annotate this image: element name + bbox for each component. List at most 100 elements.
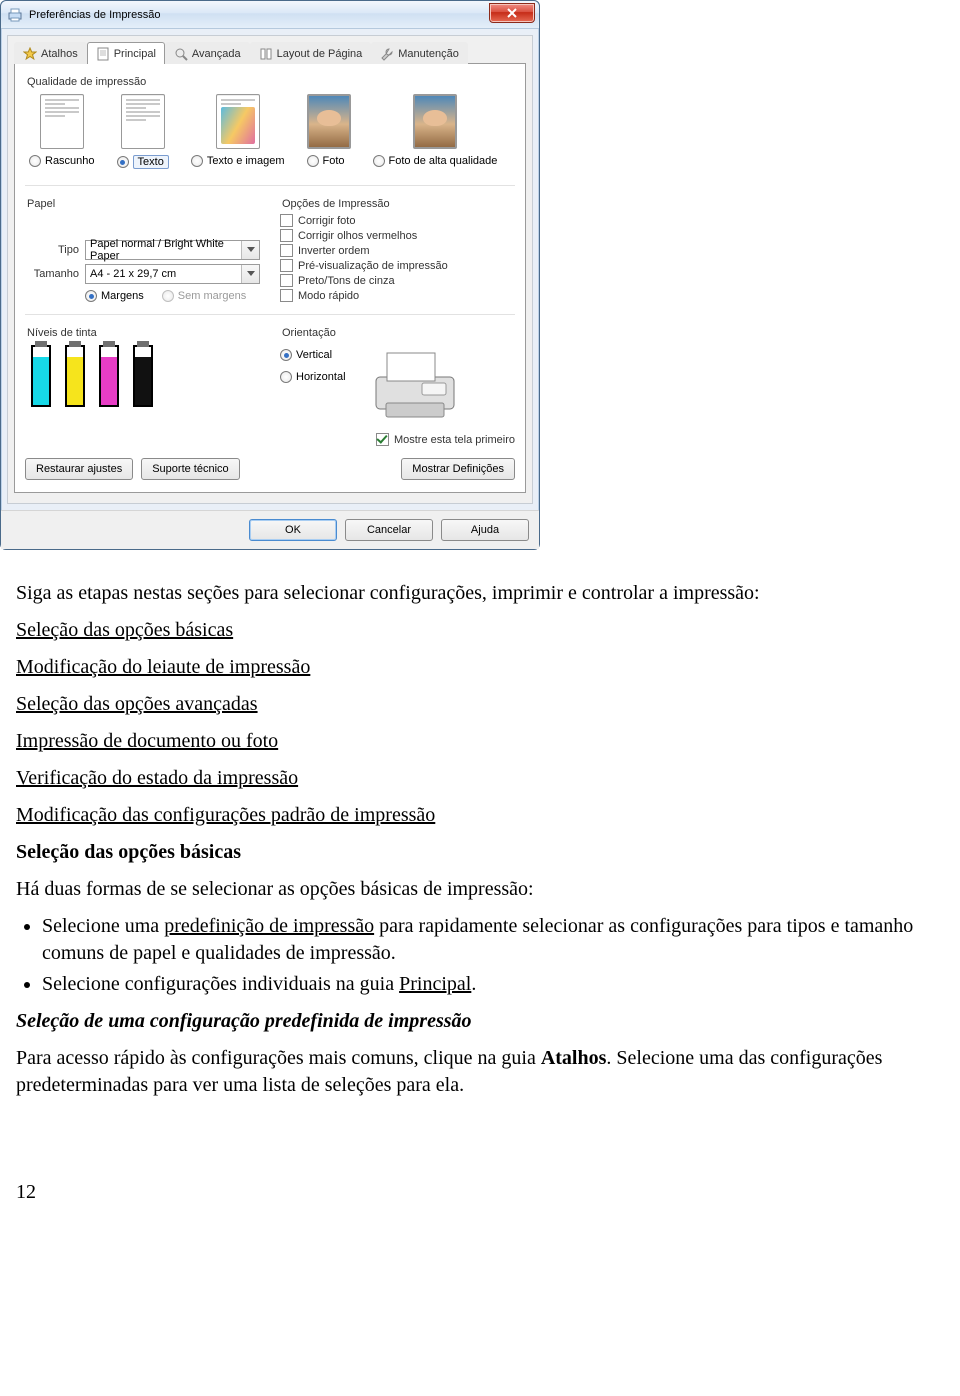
help-button[interactable]: Ajuda [441, 519, 529, 541]
tab-layout[interactable]: Layout de Página [250, 42, 372, 64]
close-button[interactable] [489, 3, 535, 23]
paper-size-label: Tamanho [25, 268, 79, 280]
ink-tank-yellow [65, 345, 85, 407]
preset-paragraph: Para acesso rápido às configurações mais… [16, 1045, 944, 1099]
check-fast[interactable] [280, 289, 293, 302]
tab-label: Principal [114, 48, 156, 60]
radio-borderless [162, 290, 174, 302]
ok-button[interactable]: OK [249, 519, 337, 541]
show-settings-button[interactable]: Mostrar Definições [401, 458, 515, 480]
opt-fast: Modo rápido [298, 290, 359, 302]
tab-label: Manutenção [398, 48, 459, 60]
link-basic-selection[interactable]: Seleção das opções básicas [16, 619, 233, 641]
restore-button[interactable]: Restaurar ajustes [25, 458, 133, 480]
link-doc-photo-print[interactable]: Impressão de documento ou foto [16, 730, 278, 752]
ink-levels-title: Níveis de tinta [27, 327, 260, 339]
link-layout-mod[interactable]: Modificação do leiaute de impressão [16, 656, 310, 678]
orient-horizontal: Horizontal [296, 371, 346, 383]
radio-photo-hq[interactable] [373, 155, 385, 167]
radio-photo[interactable] [307, 155, 319, 167]
check-fix-photo[interactable] [280, 214, 293, 227]
quality-label-text: Texto [133, 155, 169, 169]
thumb-photo[interactable] [307, 94, 351, 149]
opt-red-eye: Corrigir olhos vermelhos [298, 230, 417, 242]
thumb-text-image[interactable] [216, 94, 260, 149]
sheet-icon [96, 47, 110, 61]
ink-tank-black [133, 345, 153, 407]
link-status-check[interactable]: Verificação do estado da impressão [16, 767, 298, 789]
check-show-first[interactable] [376, 433, 389, 446]
show-first-label: Mostre esta tela primeiro [394, 434, 515, 446]
check-reverse[interactable] [280, 244, 293, 257]
paper-size-value: A4 - 21 x 29,7 cm [90, 268, 176, 280]
tab-label: Atalhos [41, 48, 78, 60]
print-options-title: Opções de Impressão [282, 198, 515, 210]
paper-size-combo[interactable]: A4 - 21 x 29,7 cm [85, 264, 260, 284]
tabbar: Atalhos Principal Avançada Layout de Pág… [14, 42, 526, 64]
help-button-label: Ajuda [471, 524, 499, 536]
ok-button-label: OK [285, 524, 301, 536]
thumb-photo-hq[interactable] [413, 94, 457, 149]
support-button[interactable]: Suporte técnico [141, 458, 239, 480]
link-default-mod[interactable]: Modificação das configurações padrão de … [16, 804, 435, 826]
ink-tank-magenta [99, 345, 119, 407]
link-preset[interactable]: predefinição de impressão [164, 915, 374, 937]
tab-shortcuts[interactable]: Atalhos [14, 42, 87, 64]
thumb-text[interactable] [121, 94, 165, 149]
ink-levels [25, 343, 260, 409]
restore-button-label: Restaurar ajustes [36, 463, 122, 475]
basic-intro: Há duas formas de se selecionar as opçõe… [16, 876, 944, 903]
thumb-draft[interactable] [40, 94, 84, 149]
paper-type-value: Papel normal / Bright White Paper [90, 238, 255, 262]
orient-vertical: Vertical [296, 349, 332, 361]
wrench-icon [380, 47, 394, 61]
quality-label-text-image: Texto e imagem [207, 155, 285, 167]
chevron-down-icon [241, 241, 259, 259]
orientation-title: Orientação [282, 327, 515, 339]
ink-tank-cyan [31, 345, 51, 407]
paper-group-title: Papel [27, 198, 260, 210]
radio-draft[interactable] [29, 155, 41, 167]
tab-panel-main: Qualidade de impressão Rascunho [14, 63, 526, 493]
tab-maintenance[interactable]: Manutenção [371, 42, 468, 64]
titlebar[interactable]: Preferências de Impressão [1, 1, 539, 29]
opt-reverse: Inverter ordem [298, 245, 370, 257]
quality-label-photo-hq: Foto de alta qualidade [389, 155, 498, 167]
radio-margins[interactable] [85, 290, 97, 302]
link-principal[interactable]: Principal [399, 973, 471, 995]
quality-group-title: Qualidade de impressão [27, 76, 515, 88]
link-advanced-selection[interactable]: Seleção das opções avançadas [16, 693, 258, 715]
document-body: Siga as etapas nestas seções para seleci… [0, 580, 960, 1236]
show-settings-button-label: Mostrar Definições [412, 463, 504, 475]
subheading-preset: Seleção de uma configuração predefinida … [16, 1010, 472, 1032]
layout-icon [259, 47, 273, 61]
doc-intro: Siga as etapas nestas seções para seleci… [16, 580, 944, 607]
tab-main[interactable]: Principal [87, 42, 165, 64]
cancel-button-label: Cancelar [367, 524, 411, 536]
radio-horizontal[interactable] [280, 371, 292, 383]
printer-illustration [362, 343, 472, 423]
radio-text-image[interactable] [191, 155, 203, 167]
check-preview[interactable] [280, 259, 293, 272]
paper-type-label: Tipo [25, 244, 79, 256]
print-preferences-dialog: Preferências de Impressão Atalhos Princi… [0, 0, 540, 550]
radio-vertical[interactable] [280, 349, 292, 361]
heading-basic: Seleção das opções básicas [16, 841, 241, 863]
bullet-individual: Selecione configurações individuais na g… [42, 971, 944, 998]
check-grayscale[interactable] [280, 274, 293, 287]
cancel-button[interactable]: Cancelar [345, 519, 433, 541]
opt-fix-photo: Corrigir foto [298, 215, 355, 227]
borderless-label: Sem margens [178, 290, 246, 302]
atalhos-bold: Atalhos [541, 1047, 607, 1069]
tab-label: Avançada [192, 48, 241, 60]
chevron-down-icon [241, 265, 259, 283]
check-red-eye[interactable] [280, 229, 293, 242]
opt-preview: Pré-visualização de impressão [298, 260, 448, 272]
support-button-label: Suporte técnico [152, 463, 228, 475]
tab-advanced[interactable]: Avançada [165, 42, 250, 64]
bullet-preset: Selecione uma predefinição de impressão … [42, 913, 944, 967]
window-title: Preferências de Impressão [29, 9, 489, 21]
quality-label-photo: Foto [323, 155, 345, 167]
paper-type-combo[interactable]: Papel normal / Bright White Paper [85, 240, 260, 260]
radio-text[interactable] [117, 156, 129, 168]
